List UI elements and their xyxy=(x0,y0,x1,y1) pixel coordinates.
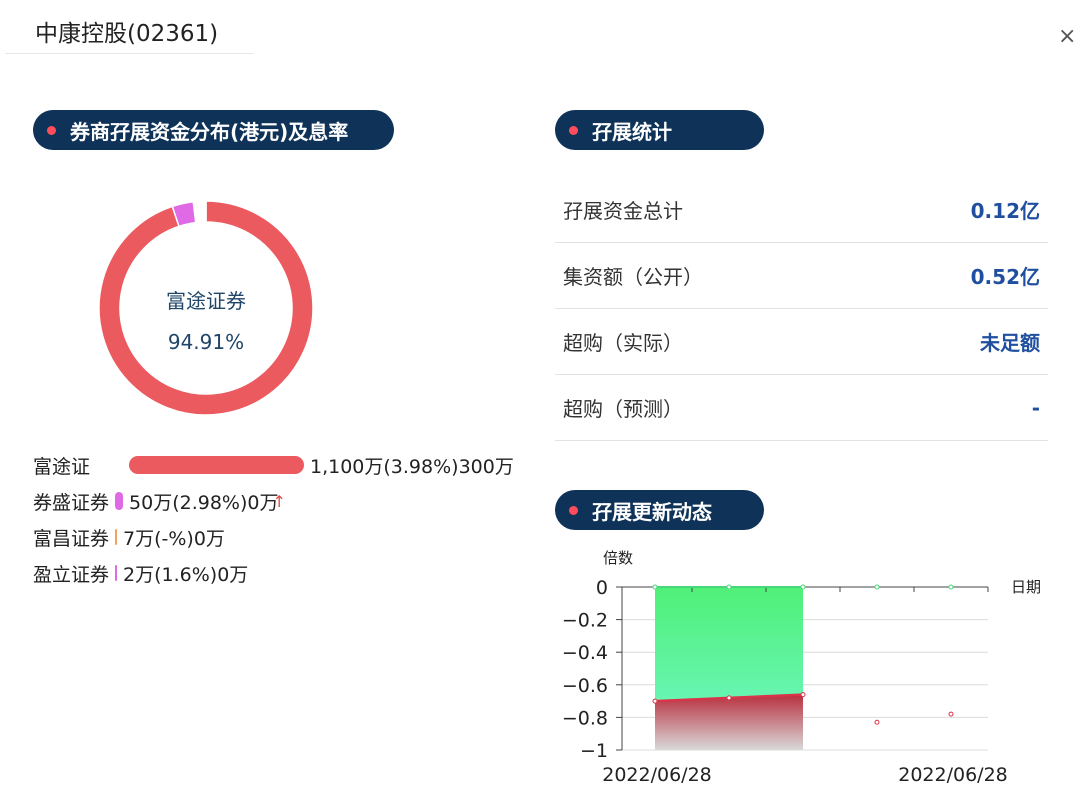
data-point[interactable] xyxy=(726,584,732,590)
legend-item-name: 富途证 xyxy=(33,455,91,478)
stat-value: 0.52亿 xyxy=(970,265,1040,289)
bullet-dot-icon xyxy=(569,125,578,135)
donut-center-name: 富途证券 xyxy=(166,289,246,313)
legend-item-bar xyxy=(115,492,124,510)
bullet-dot-icon xyxy=(47,125,56,135)
y-tick-label: 0 xyxy=(596,577,608,599)
stat-value: 0.12亿 xyxy=(970,199,1040,223)
donut-center-percent: 94.91% xyxy=(167,330,245,354)
legend-item-stat: 7万(-%)0万 xyxy=(123,527,225,550)
stat-label: 集资额（公开） xyxy=(563,265,703,289)
section-heading-margin-stats: 孖展统计 xyxy=(555,110,764,150)
stat-row-predicted-oversubscription: 超购（预测） - xyxy=(555,375,1048,441)
y-axis-label: 倍数 xyxy=(603,549,633,567)
data-point[interactable] xyxy=(874,719,880,725)
margin-stats-table: 孖展资金总计 0.12亿 集资额（公开） 0.52亿 超购（实际） 未足额 超购… xyxy=(555,177,1048,441)
data-point[interactable] xyxy=(800,692,806,698)
series-area xyxy=(655,694,803,750)
close-icon[interactable]: × xyxy=(1058,24,1076,49)
stat-row-public-offer: 集资额（公开） 0.52亿 xyxy=(555,243,1048,309)
data-point[interactable] xyxy=(948,711,954,717)
y-tick-label: −0.8 xyxy=(562,707,608,729)
y-tick-label: −0.2 xyxy=(562,610,608,632)
stat-value: 未足额 xyxy=(980,331,1040,355)
section-heading-label: 券商孖展资金分布(港元)及息率 xyxy=(70,119,349,144)
stat-row-actual-oversubscription: 超购（实际） 未足额 xyxy=(555,309,1048,375)
legend-item-stat: 50万(2.98%)0万 xyxy=(129,491,279,514)
data-point[interactable] xyxy=(652,698,658,704)
data-point[interactable] xyxy=(800,584,806,590)
section-heading-label: 孖展更新动态 xyxy=(592,499,712,524)
legend-item-name: 券盛证券 xyxy=(33,491,110,514)
x-tick-label: 2022/06/28 xyxy=(898,764,1008,786)
arrow-up-icon: ↑ xyxy=(272,491,286,511)
stat-label: 超购（预测） xyxy=(563,397,683,421)
y-tick-label: −0.4 xyxy=(562,642,608,664)
data-point[interactable] xyxy=(948,584,954,590)
legend-item[interactable]: 富昌证券 7万(-%)0万 xyxy=(33,524,225,550)
data-point[interactable] xyxy=(726,695,732,701)
title-container: 中康控股(02361) xyxy=(5,0,253,54)
oversubscription-line-chart: 倍数日期0−0.2−0.4−0.6−0.8−12022/06/28 2022/06… xyxy=(562,549,1041,786)
legend-item-name: 盈立证券 xyxy=(33,563,110,586)
stat-label: 孖展资金总计 xyxy=(563,199,683,223)
legend-item-bar xyxy=(129,456,304,474)
y-tick-label: −0.6 xyxy=(562,675,608,697)
legend-item-name: 富昌证券 xyxy=(33,527,110,550)
stat-label: 超购（实际） xyxy=(563,331,683,355)
x-tick-label: 2022/06/28 xyxy=(602,764,712,786)
section-heading-label: 孖展统计 xyxy=(592,119,672,144)
legend-item-stat: 1,100万(3.98%)300万 xyxy=(310,455,514,478)
x-axis-label: 日期 xyxy=(1011,578,1041,596)
bullet-dot-icon xyxy=(569,505,578,515)
stat-value: - xyxy=(1031,395,1040,420)
section-heading-margin-distribution: 券商孖展资金分布(港元)及息率 xyxy=(33,110,394,150)
legend-item[interactable]: 盈立证券 2万(1.6%)0万 xyxy=(33,560,248,586)
section-heading-margin-updates: 孖展更新动态 xyxy=(555,490,764,530)
data-point[interactable] xyxy=(652,584,658,590)
legend-item[interactable]: 券盛证券 50万(2.98%)0万 ↑ xyxy=(33,488,286,514)
page-title: 中康控股(02361) xyxy=(35,21,219,47)
legend-item[interactable]: 富途证 1,100万(3.98%)300万 xyxy=(33,452,514,478)
legend-item-bar xyxy=(115,529,118,545)
legend-item-bar xyxy=(115,565,118,581)
y-tick-label: −1 xyxy=(580,740,608,762)
legend-item-stat: 2万(1.6%)0万 xyxy=(123,563,249,586)
stat-row-total: 孖展资金总计 0.12亿 xyxy=(555,177,1048,243)
data-point[interactable] xyxy=(874,584,880,590)
donut-slice[interactable] xyxy=(192,200,207,224)
